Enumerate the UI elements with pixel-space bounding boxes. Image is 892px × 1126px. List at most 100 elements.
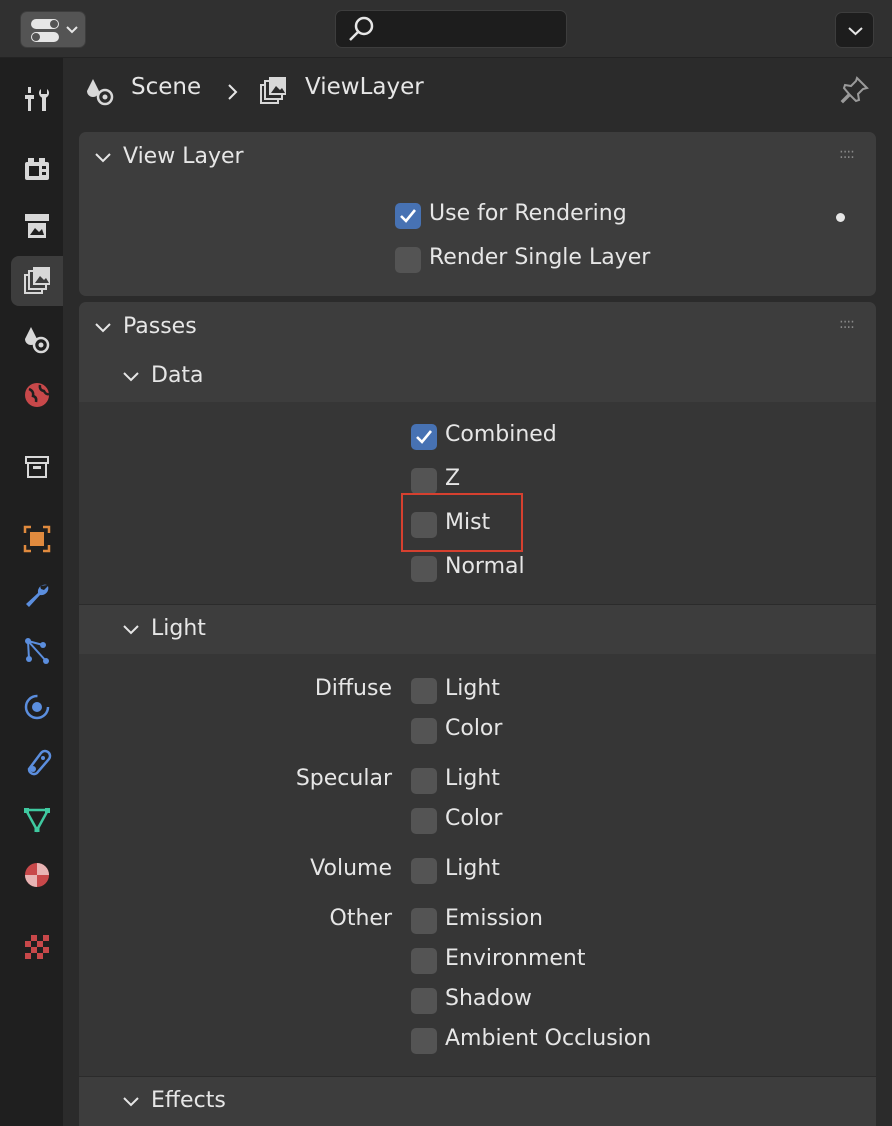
view-layer-icon <box>260 77 286 104</box>
z-label[interactable]: Z <box>445 466 460 491</box>
output-icon <box>25 214 49 238</box>
chevron-right-icon <box>228 84 238 100</box>
use-for-rendering-checkbox[interactable] <box>395 203 421 229</box>
z-checkbox[interactable] <box>411 468 437 494</box>
tab-render[interactable] <box>11 144 63 194</box>
subpanel-title: Light <box>151 616 206 641</box>
editor-type-selector[interactable] <box>20 11 86 48</box>
environment-label[interactable]: Environment <box>445 946 585 971</box>
pin-icon[interactable] <box>839 74 871 108</box>
volume-row-label: Volume <box>310 856 392 881</box>
tab-texture[interactable] <box>11 922 63 972</box>
search-icon <box>349 16 374 41</box>
particles-icon <box>25 638 49 664</box>
light-subpanel-header[interactable]: Light <box>79 604 876 654</box>
properties-tab-bar <box>0 58 63 1126</box>
tab-tool[interactable] <box>11 74 63 124</box>
world-icon <box>25 383 50 407</box>
shadow-checkbox[interactable] <box>411 988 437 1014</box>
properties-editor: Scene ViewLayer View Layer :::: Use for … <box>63 58 892 1126</box>
collection-icon <box>25 456 49 478</box>
diffuse-light-label[interactable]: Light <box>445 676 500 701</box>
mesh-data-icon <box>23 808 51 833</box>
tab-constraints[interactable] <box>11 738 63 788</box>
normal-label[interactable]: Normal <box>445 554 525 579</box>
editor-type-icon <box>31 19 78 42</box>
diffuse-row-label: Diffuse <box>314 676 392 701</box>
render-single-layer-checkbox[interactable] <box>395 247 421 273</box>
scene-icon <box>25 327 50 354</box>
chevron-down-icon <box>95 153 111 163</box>
panel-title: Passes <box>123 314 197 339</box>
texture-icon <box>25 935 49 959</box>
panel-title: View Layer <box>123 144 244 169</box>
tab-modifiers[interactable] <box>11 570 63 620</box>
environment-checkbox[interactable] <box>411 948 437 974</box>
view-layer-panel: View Layer :::: Use for Rendering Render… <box>79 132 876 296</box>
normal-checkbox[interactable] <box>411 556 437 582</box>
passes-panel-header[interactable]: Passes :::: <box>79 302 876 352</box>
diffuse-light-checkbox[interactable] <box>411 678 437 704</box>
ambient-occlusion-checkbox[interactable] <box>411 1028 437 1054</box>
ambient-occlusion-label[interactable]: Ambient Occlusion <box>445 1026 651 1051</box>
constraints-icon <box>27 749 52 776</box>
specular-light-checkbox[interactable] <box>411 768 437 794</box>
effects-subpanel-header[interactable]: Effects <box>79 1076 876 1126</box>
diffuse-color-label[interactable]: Color <box>445 716 502 741</box>
tab-collection[interactable] <box>11 442 63 492</box>
object-icon <box>23 525 51 553</box>
checkmark-icon <box>416 430 433 444</box>
tab-view-layer[interactable] <box>11 256 63 306</box>
tab-output[interactable] <box>11 201 63 251</box>
other-row-label: Other <box>329 906 392 931</box>
tab-object[interactable] <box>11 514 63 564</box>
tool-icon <box>25 87 49 111</box>
chevron-down-icon <box>123 625 139 635</box>
tab-physics[interactable] <box>11 682 63 732</box>
specular-color-checkbox[interactable] <box>411 808 437 834</box>
view-layer-panel-header[interactable]: View Layer :::: <box>79 132 876 182</box>
breadcrumb-scene[interactable]: Scene <box>131 74 201 100</box>
view-layer-icon <box>24 267 50 294</box>
drag-handle-icon[interactable]: :::: <box>839 316 855 332</box>
render-single-layer-label[interactable]: Render Single Layer <box>429 245 650 270</box>
tab-object-data[interactable] <box>11 794 63 844</box>
subpanel-title: Data <box>151 363 204 388</box>
data-subpanel-header[interactable]: Data <box>79 352 876 402</box>
emission-checkbox[interactable] <box>411 908 437 934</box>
tab-scene[interactable] <box>11 314 63 364</box>
passes-panel: Passes :::: Data Combined Z Mist Normal <box>79 302 876 1126</box>
drag-handle-icon[interactable]: :::: <box>839 146 855 162</box>
search-field[interactable] <box>335 10 567 48</box>
scene-icon <box>87 79 114 106</box>
light-subpanel-body: Diffuse Light Color Specular Light Color… <box>79 654 876 1076</box>
diffuse-color-checkbox[interactable] <box>411 718 437 744</box>
combined-label[interactable]: Combined <box>445 422 557 447</box>
mist-highlight-box <box>401 493 523 552</box>
combined-checkbox[interactable] <box>411 424 437 450</box>
volume-light-label[interactable]: Light <box>445 856 500 881</box>
volume-light-checkbox[interactable] <box>411 858 437 884</box>
checkmark-icon <box>400 209 417 223</box>
chevron-down-icon <box>848 27 863 36</box>
chevron-down-icon <box>123 372 139 382</box>
use-for-rendering-label[interactable]: Use for Rendering <box>429 201 627 226</box>
specular-row-label: Specular <box>295 766 392 791</box>
options-dropdown-button[interactable] <box>835 12 874 48</box>
chevron-down-icon <box>123 1097 139 1107</box>
tab-material[interactable] <box>11 850 63 900</box>
render-icon <box>25 158 49 180</box>
physics-icon <box>24 694 50 720</box>
specular-light-label[interactable]: Light <box>445 766 500 791</box>
wrench-icon <box>26 584 49 607</box>
chevron-down-icon <box>95 323 111 333</box>
breadcrumb-view-layer[interactable]: ViewLayer <box>305 74 424 100</box>
specular-color-label[interactable]: Color <box>445 806 502 831</box>
tab-world[interactable] <box>11 370 63 420</box>
breadcrumb: Scene ViewLayer <box>63 58 892 128</box>
tab-particles[interactable] <box>11 626 63 676</box>
animate-property-dot[interactable] <box>836 213 845 222</box>
shadow-label[interactable]: Shadow <box>445 986 532 1011</box>
emission-label[interactable]: Emission <box>445 906 543 931</box>
editor-header <box>0 0 892 58</box>
